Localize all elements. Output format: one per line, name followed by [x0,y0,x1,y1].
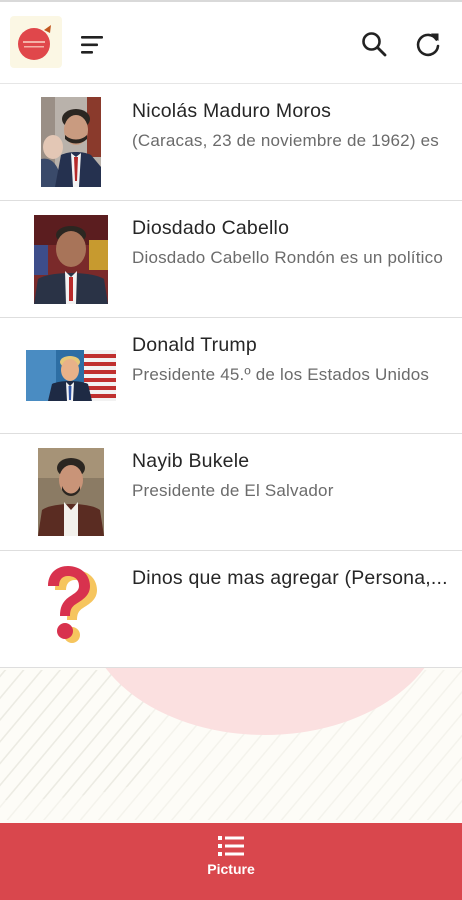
maduro-photo [41,97,101,187]
list-item-suggest[interactable]: Dinos que mas agregar (Persona,... [0,551,462,668]
item-title: Diosdado Cabello [132,216,290,239]
item-title: Nicolás Maduro Moros [132,100,332,122]
refresh-icon [416,33,440,57]
logo-icon [18,25,51,60]
search-button[interactable] [356,26,392,62]
list-item-bukele[interactable]: Nayib Bukele Presidente de El Salvador [0,434,462,552]
list-item-cabello[interactable]: Diosdado Cabello Diosdado Cabello Rondón… [0,200,462,318]
question-mark-icon [48,566,97,644]
item-subtitle: Diosdado Cabello Rondón es un político [132,247,443,267]
search-icon [362,32,387,57]
tab-picture[interactable]: Picture [181,835,281,891]
item-title: Nayib Bukele [132,450,250,473]
item-title: Donald Trump [132,333,257,356]
item-subtitle: Presidente de El Salvador [132,481,334,501]
people-list: Nicolás Maduro Moros (Caracas, 23 de nov… [0,84,462,668]
bottom-navigation: Picture [0,823,462,900]
bukele-photo [38,448,104,537]
item-subtitle: Presidente 45.º de los Estados Unidos [132,364,430,384]
cabello-photo [34,214,108,304]
hamburger-menu-icon [81,36,103,54]
menu-button[interactable] [76,28,110,62]
refresh-button[interactable] [410,26,446,62]
app-header [0,0,462,84]
list-item-trump[interactable]: Donald Trump Presidente 45.º de los Esta… [0,317,462,435]
tab-label: Picture [207,861,255,877]
list-item-maduro[interactable]: Nicolás Maduro Moros (Caracas, 23 de nov… [0,84,462,201]
app-logo[interactable] [10,16,62,68]
trump-photo [26,349,116,401]
item-subtitle: (Caracas, 23 de noviembre de 1962) es [132,131,439,150]
item-title: Dinos que mas agregar (Persona,... [132,567,448,590]
list-icon [218,836,244,856]
